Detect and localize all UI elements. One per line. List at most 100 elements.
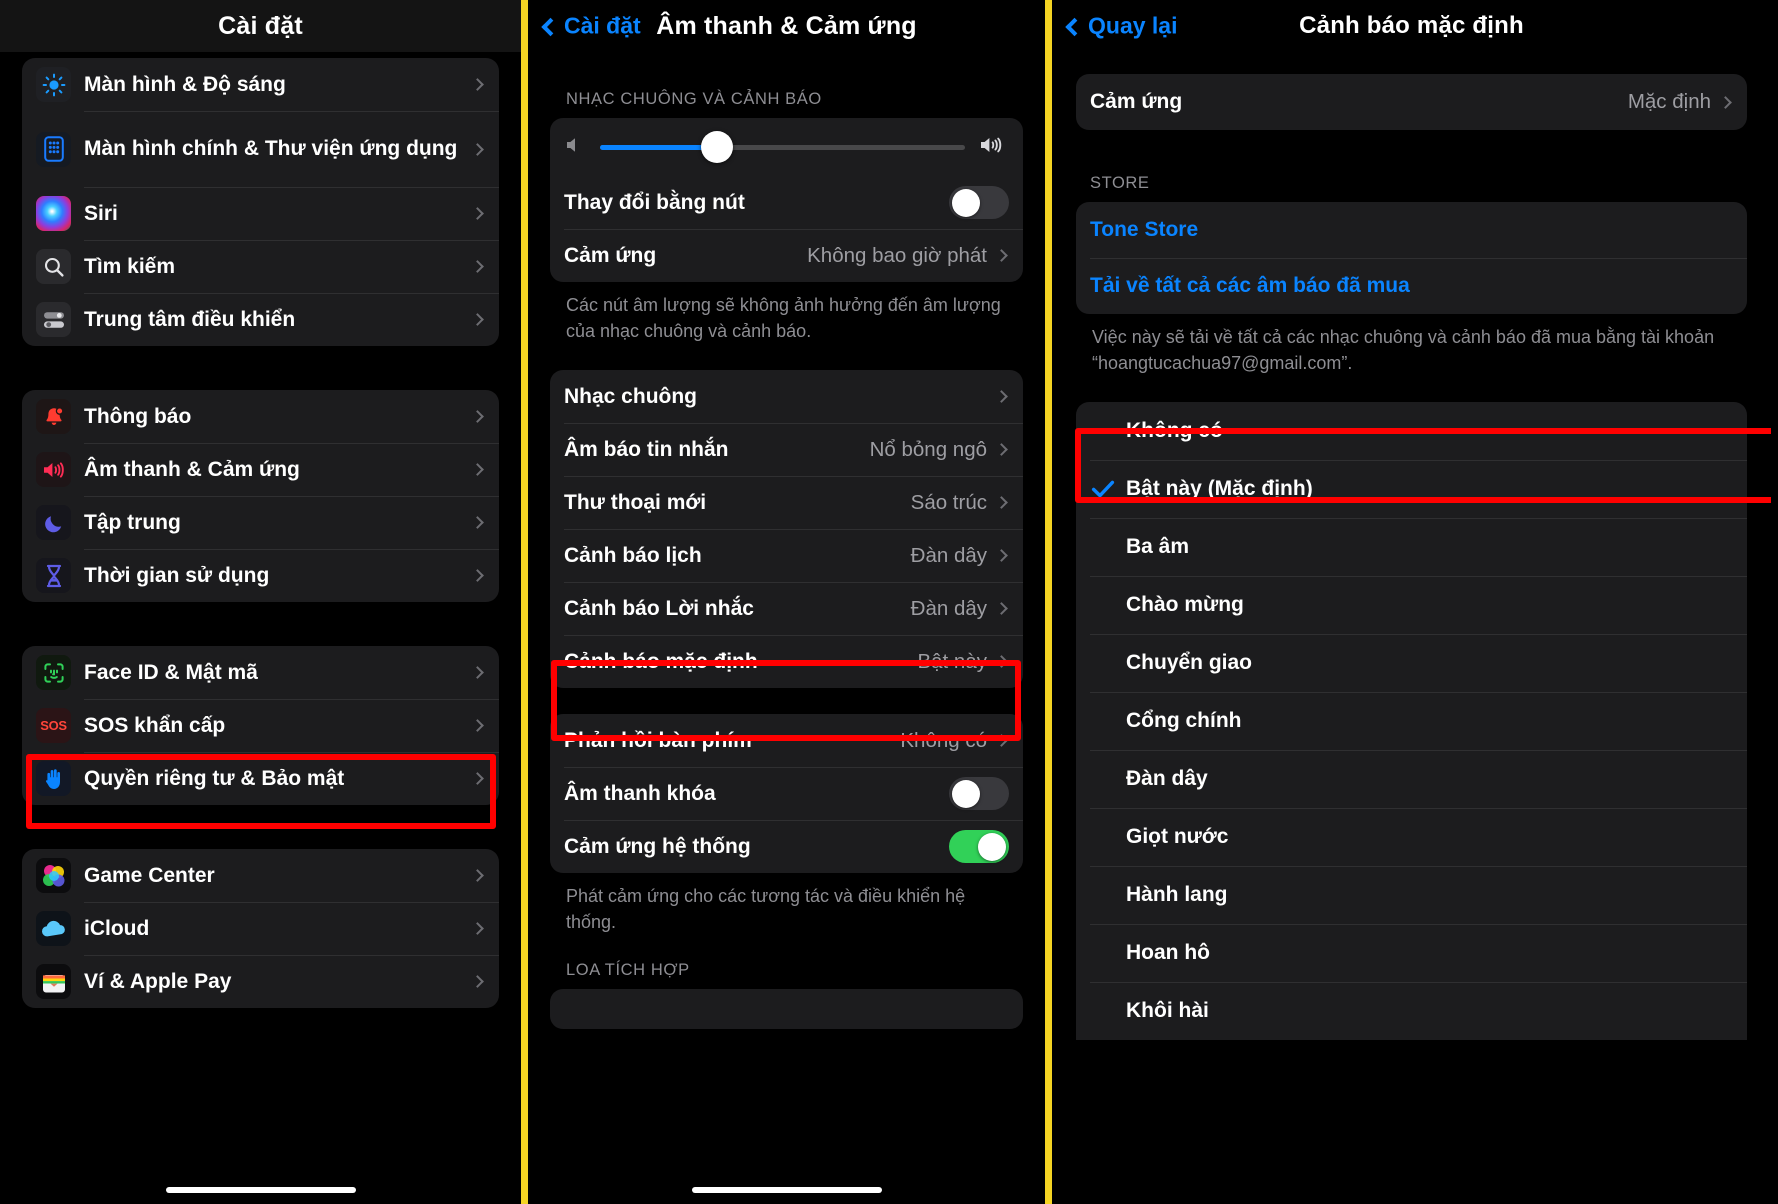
- sidebar-item-label: Face ID & Mật mã: [84, 660, 258, 684]
- tone-label: Chuyển giao: [1126, 651, 1253, 675]
- volume-track[interactable]: [600, 131, 965, 163]
- sidebar-item-wallet-apple-pay[interactable]: Ví & Apple Pay: [22, 955, 499, 1008]
- footnote-volume: Các nút âm lượng sẽ không ảnh hưởng đến …: [566, 295, 1001, 341]
- row-change-with-buttons[interactable]: Thay đổi bằng nút: [550, 176, 1023, 229]
- chevron-right-icon: [471, 260, 484, 273]
- settings-group-accounts: Game Center iCloud Ví & Apple Pay: [22, 849, 499, 1008]
- sounds-scroll[interactable]: NHẠC CHUÔNG VÀ CẢNH BÁO Thay đổi bằng nú…: [528, 52, 1045, 1030]
- row-haptic[interactable]: Cảm ứng Mặc định: [1076, 74, 1747, 130]
- sidebar-item-label: iCloud: [84, 916, 150, 940]
- sidebar-item-display-brightness[interactable]: Màn hình & Độ sáng: [22, 58, 499, 111]
- siri-icon: [36, 196, 71, 231]
- alerts-scroll[interactable]: Cảm ứng Mặc định STORE Tone Store Tải về…: [1052, 52, 1771, 1041]
- control-center-icon: [36, 302, 71, 337]
- sidebar-item-focus[interactable]: Tập trung: [22, 496, 499, 549]
- moon-icon: [36, 505, 71, 540]
- tone-option-none[interactable]: Không có: [1076, 402, 1747, 460]
- sidebar-item-label: Quyền riêng tư & Bảo mật: [84, 766, 345, 790]
- speaker-high-icon: [979, 134, 1009, 161]
- tone-option[interactable]: Khôi hài: [1076, 982, 1747, 1040]
- row-label: Âm thanh khóa: [564, 781, 716, 805]
- row-tone-store[interactable]: Tone Store: [1076, 202, 1747, 258]
- row-calendar-alerts[interactable]: Cảnh báo lịch Đàn dây: [550, 529, 1023, 582]
- toggle-knob: [952, 779, 980, 808]
- row-lock-sound[interactable]: Âm thanh khóa: [550, 767, 1023, 820]
- back-button-settings[interactable]: Cài đặt: [541, 13, 641, 40]
- chevron-left-icon: [541, 17, 560, 36]
- left-rail-mask: [0, 52, 20, 1204]
- three-panel-screenshot: Cài đặt Màn hình & Độ sáng Màn hình chín…: [0, 0, 1778, 1204]
- sidebar-item-icloud[interactable]: iCloud: [22, 902, 499, 955]
- chevron-right-icon: [471, 313, 484, 326]
- ringer-volume-group: Thay đổi bằng nút Cảm ứng Không bao giờ …: [550, 118, 1023, 282]
- footnote-system-haptics: Phát cảm ứng cho các tương tác và điều k…: [566, 886, 966, 932]
- chevron-right-icon: [471, 772, 484, 785]
- row-system-haptics[interactable]: Cảm ứng hệ thống: [550, 820, 1023, 873]
- tone-option[interactable]: Cổng chính: [1076, 692, 1747, 750]
- sidebar-item-privacy-security[interactable]: Quyền riêng tư & Bảo mật: [22, 752, 499, 805]
- sidebar-item-search[interactable]: Tìm kiếm: [22, 240, 499, 293]
- chevron-right-icon: [471, 410, 484, 423]
- sos-icon: SOS: [36, 708, 71, 743]
- sidebar-item-control-center[interactable]: Trung tâm điều khiển: [22, 293, 499, 346]
- row-value: Mặc định: [1627, 90, 1711, 113]
- chevron-left-icon: [1065, 17, 1084, 36]
- tone-option[interactable]: Đàn dây: [1076, 750, 1747, 808]
- sidebar-item-siri[interactable]: Siri: [22, 187, 499, 240]
- sidebar-item-face-id[interactable]: Face ID & Mật mã: [22, 646, 499, 699]
- tone-label: Không có: [1126, 419, 1223, 443]
- sidebar-item-label: Màn hình chính & Thư viện ứng dụng: [84, 136, 458, 160]
- icloud-icon: [36, 911, 71, 946]
- sidebar-item-emergency-sos[interactable]: SOS SOS khẩn cấp: [22, 699, 499, 752]
- ringer-volume-slider[interactable]: [550, 118, 1023, 176]
- settings-group-security: Face ID & Mật mã SOS SOS khẩn cấp Quyền …: [22, 646, 499, 805]
- tone-option[interactable]: Hành lang: [1076, 866, 1747, 924]
- row-keyboard-feedback[interactable]: Phản hồi bàn phím Không có: [550, 714, 1023, 767]
- row-ringtone[interactable]: Nhạc chuông: [550, 370, 1023, 423]
- tone-option[interactable]: Giọt nước: [1076, 808, 1747, 866]
- page-title: Âm thanh & Cảm ứng: [656, 11, 917, 40]
- row-haptics[interactable]: Cảm ứng Không bao giờ phát: [550, 229, 1023, 282]
- settings-group-display: Màn hình & Độ sáng Màn hình chính & Thư …: [22, 58, 499, 346]
- page-title: Cài đặt: [218, 11, 303, 40]
- system-haptics-toggle[interactable]: [949, 830, 1009, 864]
- tone-label: Đàn dây: [1126, 767, 1208, 791]
- lock-sound-toggle[interactable]: [949, 777, 1009, 811]
- sidebar-item-home-screen[interactable]: Màn hình chính & Thư viện ứng dụng: [22, 111, 499, 187]
- section-header-store: STORE: [1090, 174, 1150, 192]
- volume-knob[interactable]: [700, 131, 733, 163]
- row-default-alerts[interactable]: Cảnh báo mặc định Bật này: [550, 635, 1023, 688]
- chevron-right-icon: [1719, 95, 1732, 109]
- sidebar-item-notifications[interactable]: Thông báo: [22, 390, 499, 443]
- tone-label: Ba âm: [1126, 535, 1190, 559]
- row-new-voicemail[interactable]: Thư thoại mới Sáo trúc: [550, 476, 1023, 529]
- tone-label: Hành lang: [1126, 883, 1228, 907]
- tone-option[interactable]: Chào mừng: [1076, 576, 1747, 634]
- tone-option[interactable]: Ba âm: [1076, 518, 1747, 576]
- notification-bell-icon: [36, 399, 71, 434]
- row-value: Sáo trúc: [910, 490, 987, 514]
- change-with-buttons-toggle[interactable]: [949, 186, 1009, 219]
- sidebar-item-game-center[interactable]: Game Center: [22, 849, 499, 902]
- settings-scroll[interactable]: Màn hình & Độ sáng Màn hình chính & Thư …: [0, 52, 521, 1008]
- row-download-purchased[interactable]: Tải về tất cả các âm báo đã mua: [1076, 258, 1747, 314]
- sidebar-item-label: Âm thanh & Cảm ứng: [84, 457, 300, 481]
- sidebar-item-sounds-haptics[interactable]: Âm thanh & Cảm ứng: [22, 443, 499, 496]
- row-label: Phản hồi bàn phím: [564, 728, 752, 752]
- row-reminder-alerts[interactable]: Cảnh báo Lời nhắc Đàn dây: [550, 582, 1023, 635]
- sidebar-item-label: Tìm kiếm: [84, 254, 176, 278]
- sidebar-item-label: Thời gian sử dụng: [84, 563, 270, 587]
- row-text-tone[interactable]: Âm báo tin nhắn Nổ bỏng ngô: [550, 423, 1023, 476]
- tone-option-selected[interactable]: Bật này (Mặc định): [1076, 460, 1747, 518]
- sidebar-item-screen-time[interactable]: Thời gian sử dụng: [22, 549, 499, 602]
- back-button[interactable]: Quay lại: [1065, 13, 1177, 40]
- tone-option[interactable]: Chuyển giao: [1076, 634, 1747, 692]
- sidebar-item-label: Màn hình & Độ sáng: [84, 72, 286, 96]
- tone-option[interactable]: Hoan hô: [1076, 924, 1747, 982]
- speaker-low-icon: [564, 135, 586, 160]
